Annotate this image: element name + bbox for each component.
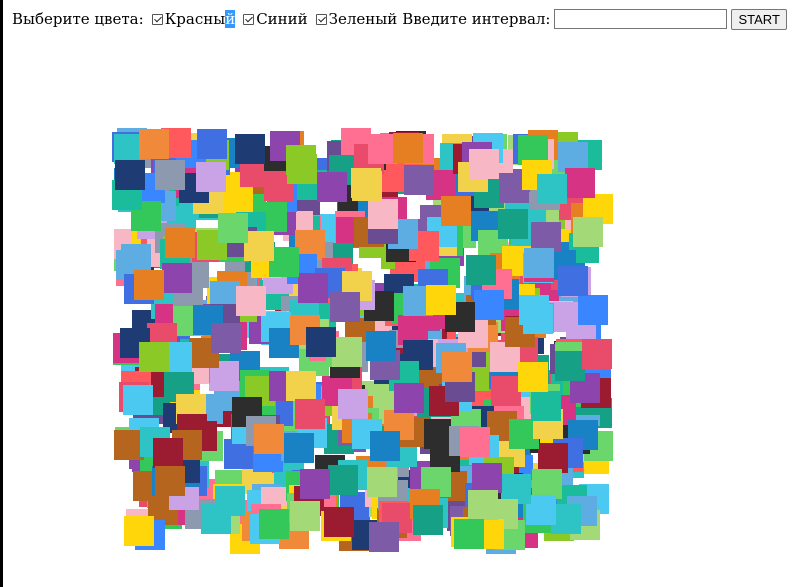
color-square xyxy=(442,352,472,382)
color-square xyxy=(162,263,192,293)
color-square xyxy=(413,505,443,535)
color-square xyxy=(466,255,496,285)
color-square xyxy=(317,172,347,202)
color-square xyxy=(555,351,585,381)
color-square xyxy=(474,290,504,320)
color-square xyxy=(330,292,360,322)
color-square xyxy=(284,433,314,463)
color-square xyxy=(460,427,490,457)
color-square xyxy=(235,134,265,164)
color-square xyxy=(153,438,183,468)
color-square xyxy=(394,383,424,413)
interval-input[interactable] xyxy=(554,9,728,29)
color-square xyxy=(441,196,471,226)
blue-label: Синий xyxy=(256,10,308,28)
color-square xyxy=(300,469,330,499)
color-square xyxy=(165,228,195,258)
color-square xyxy=(454,519,484,549)
color-square xyxy=(215,486,245,516)
color-square xyxy=(531,391,561,421)
color-square xyxy=(338,389,368,419)
color-square xyxy=(565,168,595,198)
color-square xyxy=(139,129,169,159)
color-square xyxy=(426,285,456,315)
color-square xyxy=(298,273,328,303)
color-square xyxy=(498,209,528,239)
color-square xyxy=(134,270,164,300)
color-square xyxy=(286,371,316,401)
colors-label: Выберите цвета: xyxy=(12,10,144,28)
color-square xyxy=(287,154,317,184)
color-square xyxy=(155,160,185,190)
color-square xyxy=(537,174,567,204)
controls-bar: Выберите цвета: Красный Синий Зеленый Вв… xyxy=(12,8,787,30)
interval-label: Введите интервал: xyxy=(402,10,551,28)
color-square xyxy=(332,337,362,367)
green-checkbox[interactable] xyxy=(315,13,327,25)
color-square xyxy=(367,467,397,497)
color-square xyxy=(366,331,396,361)
color-square xyxy=(582,339,612,369)
color-square xyxy=(558,266,588,296)
window-left-edge xyxy=(0,0,3,587)
red-label: Красный xyxy=(164,10,236,28)
color-square xyxy=(236,286,266,316)
color-square xyxy=(290,501,320,531)
color-square xyxy=(197,129,227,159)
color-square xyxy=(368,199,398,229)
color-square xyxy=(573,217,603,247)
green-label: Зеленый xyxy=(328,10,398,28)
color-square xyxy=(244,231,274,261)
color-square xyxy=(468,490,498,520)
color-square xyxy=(519,295,549,325)
color-square xyxy=(155,466,185,496)
color-square xyxy=(324,507,354,537)
color-square xyxy=(393,133,423,163)
color-square xyxy=(115,160,145,190)
color-square xyxy=(218,213,248,243)
color-square xyxy=(124,516,154,546)
color-square xyxy=(469,149,499,179)
color-square xyxy=(472,463,502,493)
squares-canvas xyxy=(112,128,614,556)
color-square xyxy=(404,165,434,195)
color-square xyxy=(491,376,521,406)
color-square xyxy=(196,162,226,192)
color-square xyxy=(578,295,608,325)
color-square xyxy=(352,171,382,201)
color-square xyxy=(369,522,399,552)
color-square xyxy=(211,323,241,353)
color-square xyxy=(518,362,548,392)
color-square xyxy=(328,465,358,495)
color-square xyxy=(524,248,554,278)
start-button[interactable]: START xyxy=(731,8,787,30)
color-square xyxy=(139,342,169,372)
red-label-selection: й xyxy=(225,10,236,28)
color-square xyxy=(306,327,336,357)
color-square xyxy=(259,509,289,539)
color-square xyxy=(254,424,284,454)
color-square xyxy=(295,399,325,429)
red-checkbox[interactable] xyxy=(151,13,163,25)
color-square xyxy=(123,385,153,415)
blue-checkbox[interactable] xyxy=(243,13,255,25)
color-square xyxy=(370,431,400,461)
